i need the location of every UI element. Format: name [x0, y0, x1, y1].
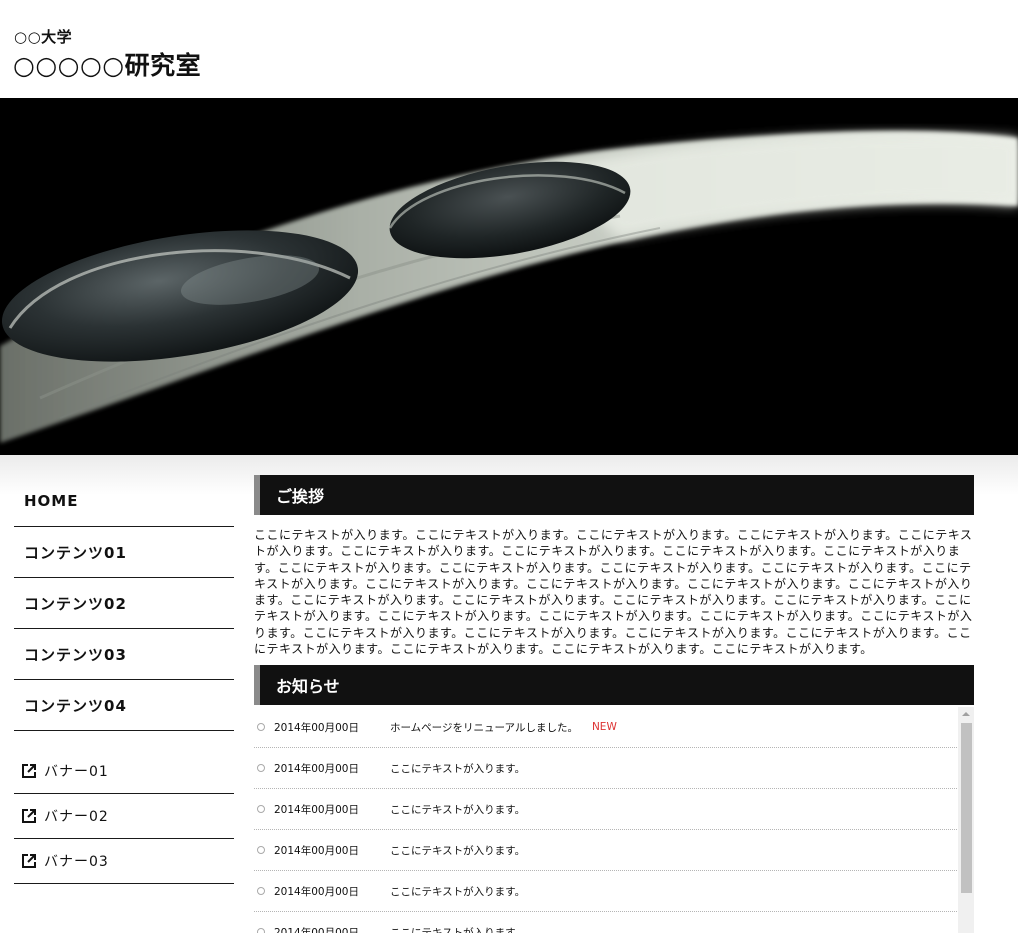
sidebar-item-contents03[interactable]: コンテンツ03 [14, 629, 234, 680]
news-text: ここにテキストが入ります。 [390, 926, 526, 933]
news-date: 2014年00月00日 [274, 885, 359, 898]
banner-link-01[interactable]: バナー01 [14, 749, 234, 794]
bullet-icon [257, 928, 265, 933]
news-item[interactable]: 2014年00月00日 ここにテキストが入ります。 [254, 912, 957, 933]
news-date: 2014年00月00日 [274, 844, 359, 857]
scroll-up-arrow-icon[interactable] [958, 707, 974, 721]
bullet-icon [257, 846, 265, 854]
lab-title[interactable]: ○○○○○研究室 [13, 46, 201, 82]
water-droplet-photo [0, 98, 1018, 455]
news-date: 2014年00月00日 [274, 803, 359, 816]
external-link-icon [22, 854, 36, 868]
banner-label: バナー02 [44, 809, 109, 825]
banner-label: バナー01 [44, 764, 109, 780]
banner-links: バナー01 バナー02 バナー03 [14, 749, 234, 884]
site-header: ○○大学 ○○○○○研究室 [0, 0, 1018, 98]
hero-image [0, 98, 1018, 455]
news-heading: お知らせ [254, 665, 974, 705]
news-item[interactable]: 2014年00月00日 ここにテキストが入ります。 [254, 871, 957, 912]
sidebar-item-contents02[interactable]: コンテンツ02 [14, 578, 234, 629]
news-text: ホームページをリニューアルしました。 [390, 721, 578, 734]
news-text: ここにテキストが入ります。 [390, 762, 526, 775]
greeting-heading: ご挨拶 [254, 475, 974, 515]
banner-label: バナー03 [44, 854, 109, 870]
news-scrollbar[interactable] [958, 707, 974, 933]
university-name: ○○大学 [14, 28, 73, 46]
news-date: 2014年00月00日 [274, 762, 359, 775]
news-item[interactable]: 2014年00月00日 ホームページをリニューアルしました。 NEW [254, 707, 957, 748]
news-text: ここにテキストが入ります。 [390, 803, 526, 816]
news-list-box: 2014年00月00日 ホームページをリニューアルしました。 NEW 2014年… [254, 707, 974, 933]
sidebar-nav: HOME コンテンツ01 コンテンツ02 コンテンツ03 コンテンツ04 [14, 476, 234, 731]
greeting-section: ご挨拶 ここにテキストが入ります。ここにテキストが入ります。ここにテキストが入り… [254, 475, 974, 657]
greeting-body: ここにテキストが入ります。ここにテキストが入ります。ここにテキストが入ります。こ… [254, 528, 973, 657]
news-section: お知らせ [254, 665, 974, 705]
news-text: ここにテキストが入ります。 [390, 844, 526, 857]
news-text: ここにテキストが入ります。 [390, 885, 526, 898]
banner-link-02[interactable]: バナー02 [14, 794, 234, 839]
scroll-thumb[interactable] [961, 723, 972, 893]
bullet-icon [257, 805, 265, 813]
bullet-icon [257, 764, 265, 772]
news-date: 2014年00月00日 [274, 926, 359, 933]
news-item[interactable]: 2014年00月00日 ここにテキストが入ります。 [254, 748, 957, 789]
sidebar-item-home[interactable]: HOME [14, 476, 234, 527]
bullet-icon [257, 723, 265, 731]
news-item[interactable]: 2014年00月00日 ここにテキストが入ります。 [254, 789, 957, 830]
banner-link-03[interactable]: バナー03 [14, 839, 234, 884]
external-link-icon [22, 809, 36, 823]
new-badge: NEW [591, 721, 617, 733]
news-list: 2014年00月00日 ホームページをリニューアルしました。 NEW 2014年… [254, 707, 957, 933]
external-link-icon [22, 764, 36, 778]
sidebar-item-contents04[interactable]: コンテンツ04 [14, 680, 234, 731]
sidebar-item-contents01[interactable]: コンテンツ01 [14, 527, 234, 578]
news-item[interactable]: 2014年00月00日 ここにテキストが入ります。 [254, 830, 957, 871]
bullet-icon [257, 887, 265, 895]
news-date: 2014年00月00日 [274, 721, 359, 734]
